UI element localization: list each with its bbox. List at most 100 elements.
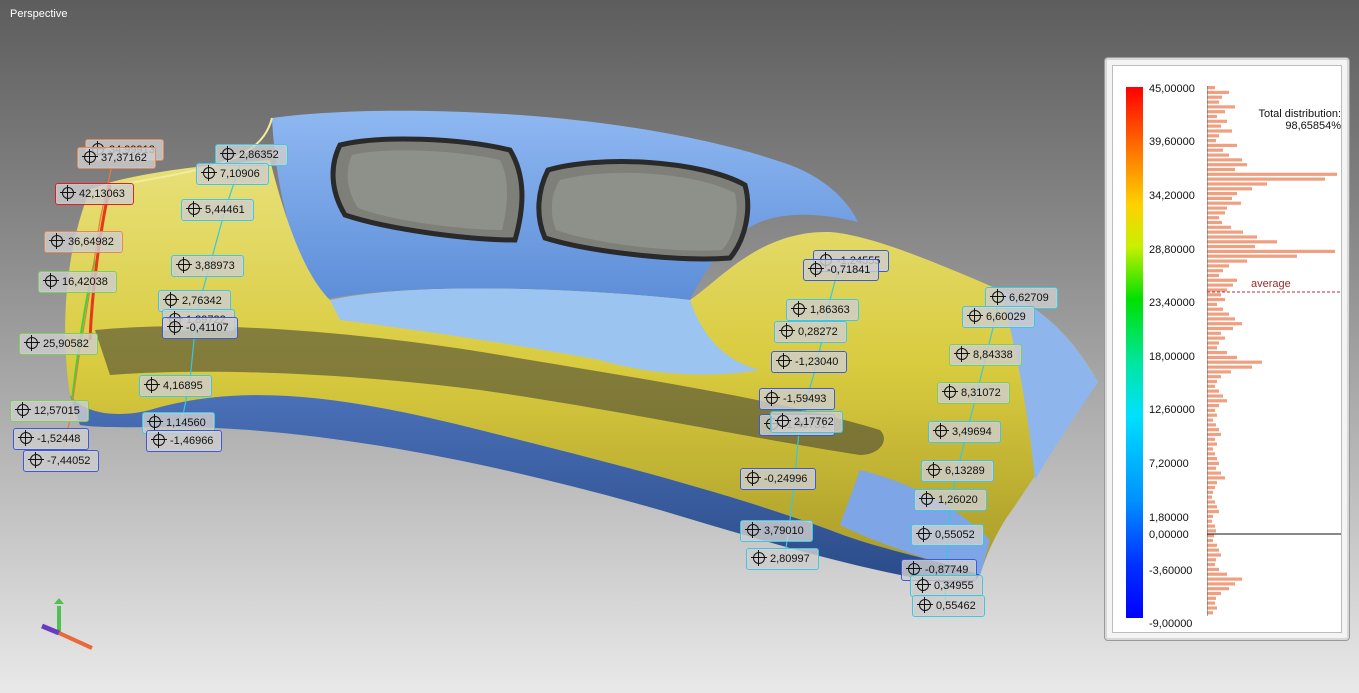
histogram-bar (1207, 519, 1212, 523)
scale-tick-label: 34,20000 (1149, 190, 1195, 202)
crosshair-icon (745, 470, 761, 486)
deviation-label[interactable]: -7,44052 (23, 450, 100, 472)
histogram-bar (1207, 481, 1217, 485)
deviation-label[interactable]: 8,84338 (949, 344, 1022, 366)
deviation-label[interactable]: 0,55462 (912, 595, 985, 617)
deviation-label[interactable]: -1,52448 (13, 428, 90, 450)
histogram-bar (1207, 442, 1217, 446)
histogram-bar (1207, 134, 1219, 138)
deviation-label[interactable]: 37,37162 (77, 147, 156, 169)
legend-content: 45,00000 39,60000 34,20000 28,80000 23,40000… (1112, 65, 1342, 633)
deviation-value: 6,62709 (1009, 292, 1049, 305)
deviation-label[interactable]: 3,49694 (928, 421, 1001, 443)
deviation-value: 42,13063 (79, 188, 125, 201)
histogram-bar (1207, 548, 1219, 552)
histogram-bar (1207, 201, 1241, 205)
histogram-bar (1207, 302, 1217, 306)
deviation-label[interactable]: 2,80997 (746, 548, 819, 570)
histogram-bar (1207, 471, 1221, 475)
histogram-bar (1207, 543, 1217, 547)
deviation-label[interactable]: 12,57015 (10, 400, 89, 422)
crosshair-icon (933, 423, 949, 439)
deviation-label[interactable]: 1,86363 (786, 299, 859, 321)
deviation-label[interactable]: 3,88973 (171, 255, 244, 277)
deviation-label[interactable]: 3,79010 (740, 520, 813, 542)
histogram-bar (1207, 167, 1235, 172)
histogram-bar (1207, 437, 1215, 441)
crosshair-icon (919, 491, 935, 507)
histogram-bar (1207, 447, 1213, 451)
crosshair-icon (917, 597, 933, 613)
histogram-bar (1207, 355, 1237, 359)
deviation-value: 5,44461 (205, 204, 245, 217)
deviation-label[interactable]: 0,55052 (911, 524, 984, 546)
histogram-bar (1207, 596, 1216, 600)
deviation-value: 7,10906 (220, 168, 260, 181)
deviation-label[interactable]: 42,13063 (55, 183, 134, 205)
crosshair-icon (151, 432, 167, 448)
histogram-bar (1207, 249, 1335, 253)
deviation-value: 0,28272 (798, 326, 838, 339)
deviation-value: -1,46966 (170, 435, 214, 448)
deviation-label[interactable]: 0,28272 (774, 321, 847, 343)
crosshair-icon (942, 384, 958, 400)
deviation-value: 16,42038 (62, 276, 108, 289)
scale-tick-label: -9,00000 (1149, 618, 1193, 630)
histogram-bar (1207, 119, 1227, 123)
histogram-bar (1207, 476, 1225, 480)
deviation-label[interactable]: 2,17762 (770, 411, 843, 433)
deviation-label[interactable]: 5,44461 (181, 199, 254, 221)
deviation-value: 0,34955 (934, 580, 974, 593)
histogram-bar (1207, 211, 1225, 215)
deviation-label[interactable]: 36,64982 (44, 231, 123, 253)
deviation-value: 4,16895 (163, 380, 203, 393)
histogram-bar (1207, 452, 1215, 456)
histogram-bar (1207, 259, 1247, 263)
axis-gizmo-icon (41, 598, 93, 650)
deviation-label[interactable]: 4,16895 (139, 375, 212, 397)
histogram-bar (1207, 245, 1255, 249)
deviation-label[interactable]: -1,23040 (771, 351, 848, 373)
histogram-bar (1207, 264, 1229, 268)
deviation-value: 8,84338 (973, 349, 1013, 362)
scale-tick-label: 12,60000 (1149, 404, 1195, 416)
deviation-label[interactable]: 16,42038 (38, 271, 117, 293)
crosshair-icon (775, 413, 791, 429)
histogram-bar (1207, 379, 1217, 384)
deviation-legend-panel[interactable]: 45,00000 39,60000 34,20000 28,80000 23,40000… (1104, 57, 1350, 641)
histogram-bar (1207, 538, 1213, 543)
histogram-bar (1207, 331, 1221, 335)
deviation-label[interactable]: 8,31072 (937, 382, 1010, 404)
deviation-value: 0,55052 (935, 529, 975, 542)
deviation-label[interactable]: -1,46966 (146, 430, 223, 452)
scale-tick-label: 7,20000 (1149, 458, 1189, 470)
deviation-label[interactable]: 6,60029 (962, 306, 1035, 328)
deviation-value: -0,71841 (827, 264, 871, 277)
deviation-label[interactable]: 1,26020 (914, 489, 987, 511)
histogram-bar (1207, 153, 1229, 157)
crosshair-icon (167, 319, 183, 335)
histogram-bar (1207, 192, 1237, 196)
deviation-label[interactable]: -0,41107 (162, 317, 238, 339)
crosshair-icon (808, 261, 824, 277)
histogram-bar (1207, 404, 1219, 408)
deviation-value: -0,41107 (186, 322, 229, 335)
crosshair-icon (990, 289, 1006, 305)
deviation-label[interactable]: 6,13289 (921, 460, 994, 482)
deviation-value: 6,13289 (945, 465, 985, 478)
deviation-label[interactable]: -1,59493 (759, 388, 836, 410)
deviation-label[interactable]: 25,90582 (19, 333, 98, 355)
histogram-bar (1207, 86, 1215, 90)
deviation-value: 2,80997 (770, 553, 810, 566)
deviation-value: -1,59493 (783, 393, 827, 406)
deviation-value: 0,55462 (936, 600, 976, 613)
deviation-label[interactable]: 0,34955 (910, 575, 983, 597)
histogram-bar (1207, 278, 1237, 282)
deviation-label[interactable]: -0,24996 (740, 468, 817, 490)
crosshair-icon (82, 149, 98, 165)
deviation-label[interactable]: -0,71841 (803, 259, 880, 281)
deviation-value: -1,23040 (795, 356, 839, 369)
deviation-label[interactable]: 7,10906 (196, 163, 269, 185)
histogram-bar (1207, 461, 1219, 465)
histogram-bar (1207, 399, 1227, 403)
